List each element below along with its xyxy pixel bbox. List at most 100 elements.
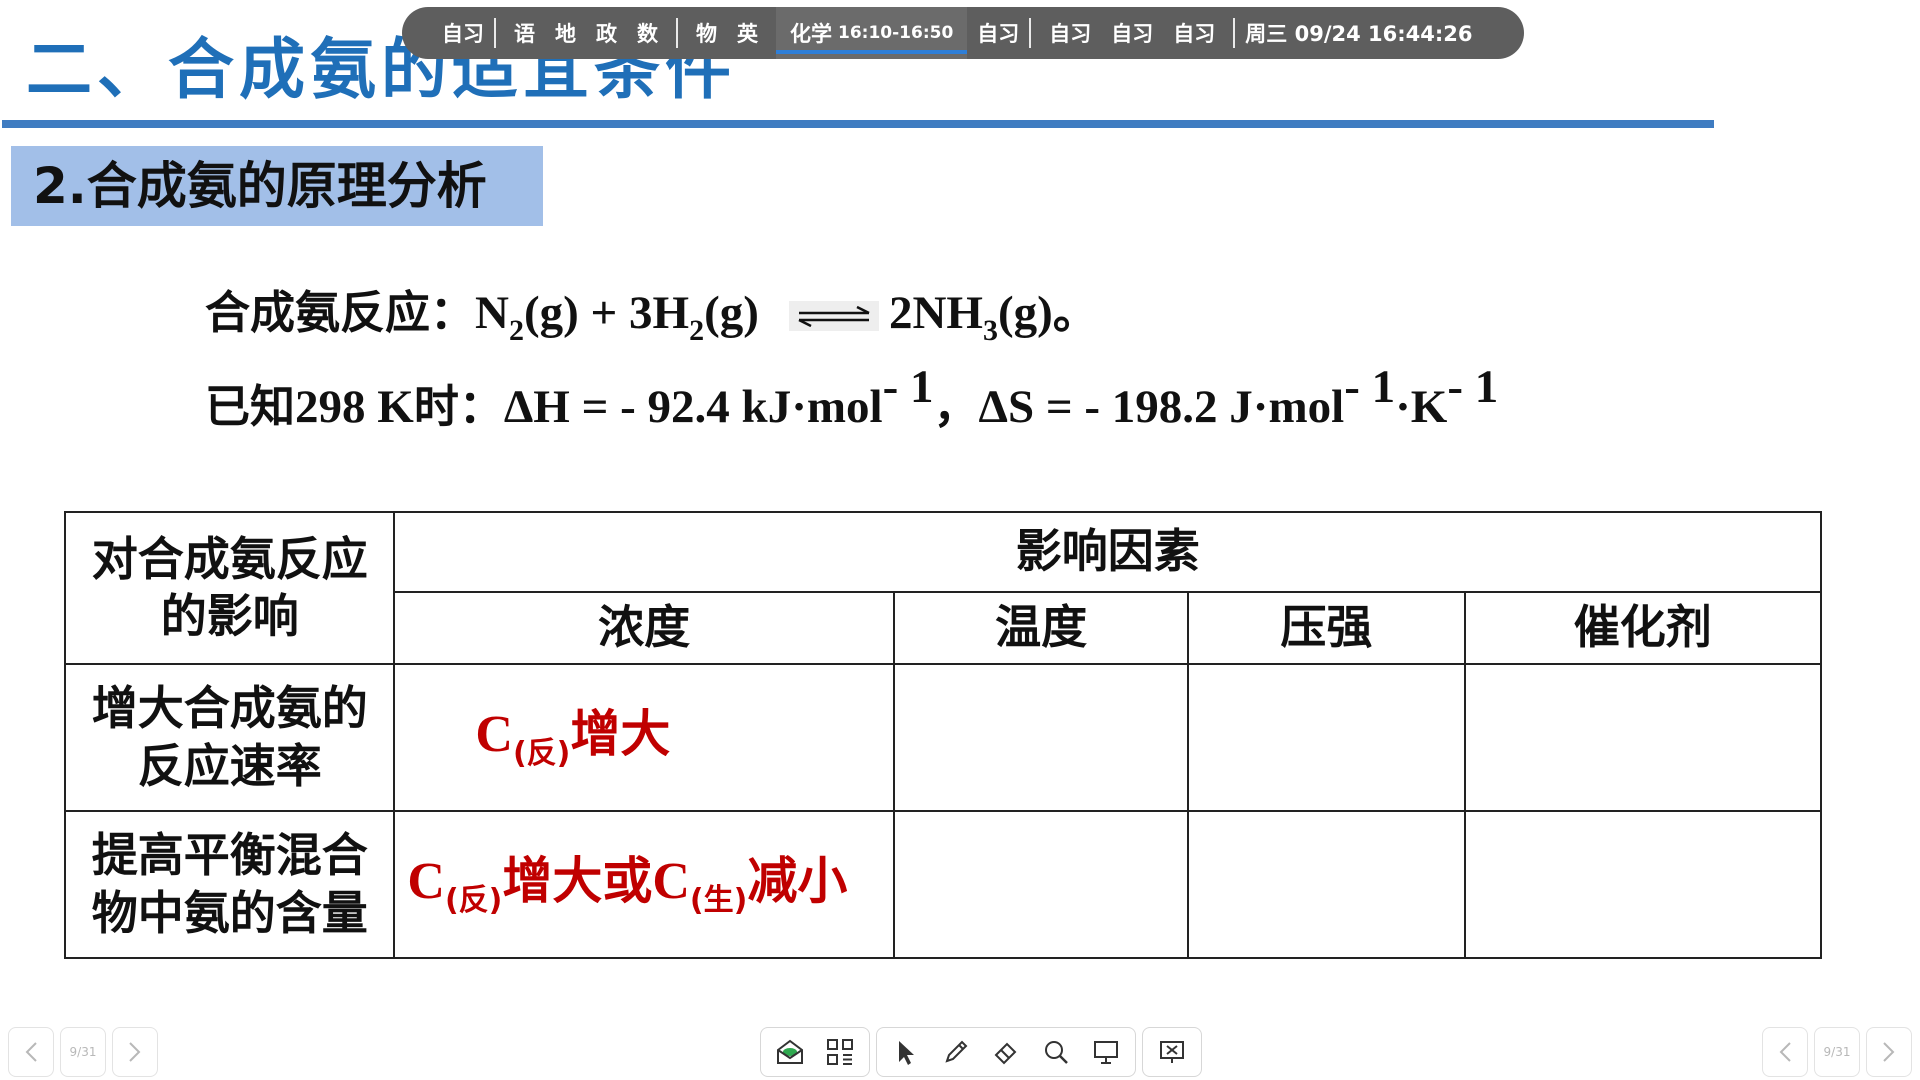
column-header-catalyst: 催化剂 xyxy=(1463,591,1823,665)
table-cell xyxy=(1187,810,1466,959)
schedule-item[interactable]: 政 xyxy=(596,18,617,48)
close-presentation-icon xyxy=(1160,1041,1184,1063)
table-corner-header: 对合成氨反应的影响 xyxy=(63,511,396,665)
apps-grid-icon xyxy=(827,1039,853,1065)
table-cell xyxy=(892,663,1190,812)
prev-page-button[interactable] xyxy=(8,1027,54,1077)
right-page-nav: 9/31 xyxy=(1762,1027,1912,1077)
active-time: 16:10-16:50 xyxy=(838,23,954,43)
formula-subscript: 3 xyxy=(982,314,998,347)
cell-subscript: (生) xyxy=(689,883,748,919)
cursor-icon xyxy=(899,1041,914,1065)
schedule-item[interactable]: 自习 xyxy=(432,18,494,48)
reaction-label: 合成氨反应： xyxy=(205,286,476,339)
column-header-concentration: 浓度 xyxy=(393,591,895,665)
table-cell xyxy=(1463,663,1823,812)
unit-exponent: - 1 xyxy=(882,361,934,413)
whiteboard-icon xyxy=(777,1039,803,1064)
page-indicator[interactable]: 9/31 xyxy=(60,1027,106,1077)
schedule-group: 物 英 xyxy=(678,18,776,48)
schedule-item[interactable]: 语 xyxy=(514,18,535,48)
cell-part: C xyxy=(475,706,513,764)
schedule-item[interactable]: 自习 xyxy=(1049,18,1091,48)
influence-factors-table: 对合成氨反应的影响 影响因素 浓度 温度 压强 催化剂 增大合成氨的反应速率 C… xyxy=(63,511,1823,959)
known-connector: 时： xyxy=(413,380,504,433)
formula-part: N xyxy=(475,287,509,339)
page-indicator[interactable]: 9/31 xyxy=(1814,1027,1860,1077)
cell-subscript: (反) xyxy=(512,736,571,772)
search-icon xyxy=(1045,1041,1068,1064)
cell-part: 增大或 xyxy=(502,852,653,911)
row-label-equilibrium: 提高平衡混合物中氨的含量 xyxy=(63,810,396,959)
class-schedule-bar: 自习 语 地 政 数 物 英 化学 16:10-16:50 自习 自习 自习 自… xyxy=(402,7,1524,59)
select-tool-button[interactable] xyxy=(883,1029,929,1075)
schedule-group: 自习 自习 自习 xyxy=(1031,18,1233,48)
apps-button[interactable] xyxy=(817,1029,863,1075)
schedule-item[interactable]: 地 xyxy=(555,18,576,48)
entropy-value: ΔS = - 198.2 J·mol xyxy=(978,381,1345,433)
table-cell: C(反)增大 xyxy=(393,663,895,812)
next-arrow-icon xyxy=(1883,1042,1895,1062)
cell-part: 增大 xyxy=(570,705,671,764)
prev-page-button[interactable] xyxy=(1762,1027,1808,1077)
equilibrium-arrow-icon xyxy=(788,301,879,331)
next-page-button[interactable] xyxy=(1866,1027,1912,1077)
row-label-rate: 增大合成氨的反应速率 xyxy=(63,663,396,812)
screen-cast-button[interactable] xyxy=(1083,1029,1129,1075)
pen-icon xyxy=(945,1040,968,1063)
column-header-temperature: 温度 xyxy=(892,591,1190,665)
table-cell xyxy=(1187,663,1466,812)
eraser-icon xyxy=(994,1042,1017,1065)
whiteboard-button[interactable] xyxy=(767,1029,813,1075)
table-group-header: 影响因素 xyxy=(393,511,1822,593)
formula-subscript: 2 xyxy=(689,314,705,347)
screen-cast-icon xyxy=(1094,1041,1118,1064)
formula-subscript: 2 xyxy=(508,314,524,347)
next-page-button[interactable] xyxy=(112,1027,158,1077)
date-time: 周三 09/24 16:44:26 xyxy=(1245,22,1473,46)
prev-arrow-icon xyxy=(1779,1042,1791,1062)
schedule-item[interactable]: 数 xyxy=(637,18,658,48)
unit-part: ·K xyxy=(1395,381,1448,433)
end-presentation-button[interactable] xyxy=(1149,1029,1195,1075)
schedule-group: 语 地 政 数 xyxy=(496,18,676,48)
cell-part: C xyxy=(407,853,445,911)
title-divider xyxy=(2,120,1714,128)
formula-part: (g) + 3H xyxy=(523,287,690,339)
prev-arrow-icon xyxy=(25,1042,37,1062)
temperature-value: 298 K xyxy=(295,381,414,433)
toolbar-group xyxy=(876,1027,1136,1077)
unit-exponent: - 1 xyxy=(1344,361,1396,413)
schedule-item[interactable]: 自习 xyxy=(1111,18,1153,48)
table-cell xyxy=(892,810,1190,959)
active-subject: 化学 xyxy=(790,22,832,46)
schedule-item[interactable]: 英 xyxy=(737,18,758,48)
enthalpy-value: ΔH = - 92.4 kJ·mol xyxy=(503,381,883,433)
formula-period: 。 xyxy=(1052,286,1098,339)
schedule-item[interactable]: 自习 xyxy=(967,18,1029,48)
schedule-item[interactable]: 物 xyxy=(696,18,717,48)
schedule-active-item[interactable]: 化学 16:10-16:50 xyxy=(776,7,968,59)
schedule-item[interactable]: 自习 xyxy=(1173,18,1215,48)
pen-tool-button[interactable] xyxy=(933,1029,979,1075)
reaction-equation: 合成氨反应：N2(g) + 3H2(g) 2NH3(g)。 xyxy=(205,276,1098,348)
table-cell: C(反)增大或C(生)减小 xyxy=(393,810,895,959)
eraser-tool-button[interactable] xyxy=(983,1029,1029,1075)
reaction-lhs: N2(g) + 3H2(g) xyxy=(475,287,759,347)
formula-part: (g) xyxy=(704,287,759,339)
magnifier-button[interactable] xyxy=(1033,1029,1079,1075)
known-label: 已知 xyxy=(205,380,296,433)
toolbar-group xyxy=(1142,1027,1202,1077)
cell-part: C xyxy=(652,853,690,911)
next-arrow-icon xyxy=(129,1042,141,1062)
cell-part: 减小 xyxy=(747,852,848,911)
column-header-pressure: 压强 xyxy=(1187,591,1466,665)
table-cell xyxy=(1463,810,1823,959)
toolbar-group xyxy=(760,1027,870,1077)
cell-subscript: (反) xyxy=(444,883,503,919)
presentation-toolbar xyxy=(760,1027,1202,1079)
unit-exponent: - 1 xyxy=(1447,361,1499,413)
known-conditions: 已知298 K时：ΔH = - 92.4 kJ·mol- 1，ΔS = - 19… xyxy=(205,360,1498,435)
reaction-rhs: 2NH3(g) xyxy=(889,287,1053,347)
section-heading: 2.合成氨的原理分析 xyxy=(11,146,543,226)
